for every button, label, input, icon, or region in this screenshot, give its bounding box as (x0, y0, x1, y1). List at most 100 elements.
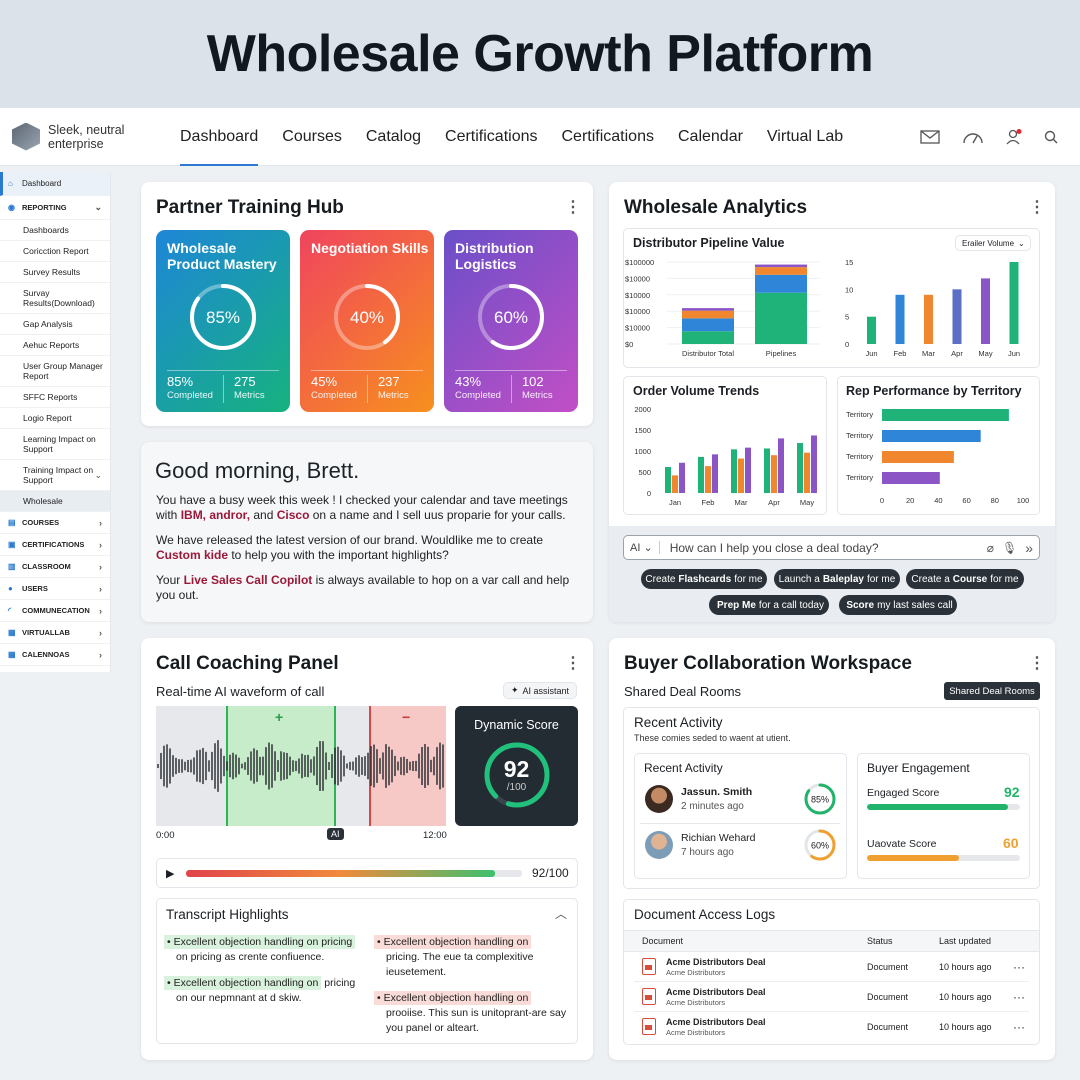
microphone-icon[interactable]: 🎙 (1002, 541, 1017, 555)
bar (672, 475, 678, 493)
chevron-right-icon: › (99, 583, 102, 594)
x-tick-label: Apr (951, 349, 963, 358)
sidebar-item-coricction-report[interactable]: Coricction Report (0, 241, 110, 262)
bar (665, 466, 671, 493)
waveform-area: + − (156, 706, 446, 826)
chevron-up-icon[interactable]: ︿ (555, 905, 567, 922)
main-menu: Dashboard Courses Catalog Certifications… (180, 108, 867, 166)
sidebar-section-virtuallab[interactable]: ▦ VIRTUALLAB › (0, 622, 110, 644)
nav-courses[interactable]: Courses (282, 108, 342, 166)
bar (764, 448, 770, 493)
tile-title: Wholesale Product Mastery (167, 240, 277, 272)
avatar[interactable] (645, 785, 673, 813)
dynamic-score-label: Dynamic Score (474, 718, 559, 732)
x-tick-label: Apr (768, 498, 780, 507)
chevron-right-icon: › (99, 539, 102, 550)
chip-score-call[interactable]: Score my last sales call (839, 595, 957, 615)
row-more-icon[interactable]: ··· (1013, 1020, 1025, 1034)
kebab-menu-icon[interactable]: ⋮ (565, 653, 581, 673)
kebab-menu-icon[interactable]: ⋮ (565, 197, 581, 217)
x-tick-label: 0 (880, 496, 884, 505)
time-start: 0:00 (156, 830, 175, 841)
sidebar-item-learning-impact[interactable]: Learning Impact on Support (0, 429, 110, 460)
nav-certifications-2[interactable]: Certifications (562, 108, 654, 166)
ai-marker[interactable]: AI (327, 828, 344, 840)
sidebar-item-sffc-reports[interactable]: SFFC Reports (0, 387, 110, 408)
sidebar-section-certifications[interactable]: ▣ CERTIFICATIONS › (0, 534, 110, 556)
tile-percent: 60% (494, 308, 528, 327)
bar (882, 409, 1009, 421)
avatar[interactable] (645, 831, 673, 859)
person-name[interactable]: Richian Wehard (681, 832, 756, 844)
attach-icon[interactable]: ⌀ (987, 541, 994, 555)
sidebar-item-wholesale[interactable]: Wholesale (0, 491, 110, 512)
user-notification-icon[interactable] (1006, 129, 1022, 145)
ai-assistant-badge[interactable]: ✦ AI assistant (503, 682, 577, 699)
buyer-engagement-title: Buyer Engagement (867, 761, 970, 775)
kebab-menu-icon[interactable]: ⋮ (1029, 653, 1045, 673)
sidebar-item-dashboard[interactable]: ⌂ Dashboard (0, 172, 110, 196)
person-progress-ring: 85% (804, 783, 836, 815)
column-last-updated[interactable]: Last updated (939, 936, 991, 946)
sidebar-item-survey-download[interactable]: Survay Results(Download) (0, 283, 110, 314)
volume-dropdown[interactable]: Erailer Volume ⌄ (955, 235, 1031, 251)
sidebar-item-training-impact[interactable]: Training Impact on Support ⌄ (0, 460, 110, 491)
sidebar-section-reporting[interactable]: ◉ REPORTING ⌄ (0, 196, 110, 220)
nav-virtual-lab[interactable]: Virtual Lab (767, 108, 843, 166)
tile-metrics: 237 Metrics (366, 375, 409, 403)
tile-negotiation-skills[interactable]: Negotiation Skills 40% 45% Completed 237 Me… (300, 230, 434, 412)
sidebar-section-courses[interactable]: ▤ COURSES › (0, 512, 110, 534)
chip-create-course[interactable]: Create a Course for me (906, 569, 1024, 589)
uaovate-score-value: 60 (1003, 835, 1019, 851)
transcript-title: Transcript Highlights (166, 907, 289, 922)
sidebar-item-logio-report[interactable]: Logio Report (0, 408, 110, 429)
brand-line-2: enterprise (48, 136, 104, 151)
column-document[interactable]: Document (642, 936, 683, 946)
sidebar-item-survey-results[interactable]: Survey Results (0, 262, 110, 283)
bar (771, 455, 777, 493)
ai-prompt-input[interactable]: AI ⌄ How can I help you close a deal tod… (623, 535, 1040, 560)
chip-prep-me[interactable]: Prep Me for a call today (709, 595, 829, 615)
send-icon[interactable]: » (1025, 540, 1033, 556)
bar-segment (755, 274, 807, 293)
uaovate-score-label: Uaovate Score (867, 838, 937, 850)
nav-dashboard[interactable]: Dashboard (180, 108, 259, 166)
dashboard-gauge-icon[interactable] (962, 129, 984, 145)
sidebar-section-communication[interactable]: ◜ COMMUNECATION › (0, 600, 110, 622)
sidebar-item-gap-analysis[interactable]: Gap Analysis (0, 314, 110, 335)
bar (738, 458, 744, 493)
sidebar-section-calendars[interactable]: ▦ CALENNOAS › (0, 644, 110, 666)
play-icon[interactable]: ▶ (166, 867, 174, 880)
x-tick-label: Mar (735, 498, 748, 507)
nav-calendar[interactable]: Calendar (678, 108, 743, 166)
row-more-icon[interactable]: ··· (1013, 960, 1025, 974)
mail-icon[interactable] (920, 130, 940, 144)
sidebar-item-aehuc-reports[interactable]: Aehuc Reports (0, 335, 110, 356)
ai-model-select[interactable]: AI ⌄ (624, 541, 660, 554)
search-icon[interactable] (1044, 130, 1058, 144)
sidebar-item-dashboards[interactable]: Dashboards (0, 220, 110, 241)
collab-title: Buyer Collaboration Workspace (624, 653, 912, 674)
y-tick-label: $10000 (625, 291, 650, 300)
kebab-menu-icon[interactable]: ⋮ (1029, 197, 1045, 217)
nav-catalog[interactable]: Catalog (366, 108, 421, 166)
y-tick-label: $10000 (625, 274, 650, 283)
sidebar-item-user-group-report[interactable]: User Group Manager Report (0, 356, 110, 387)
rep-performance-chart: Territory Territory Territory Territory 0 20 4… (846, 409, 1029, 505)
brand-logo[interactable]: Sleek, neutral enterprise (12, 122, 180, 151)
nav-certifications[interactable]: Certifications (445, 108, 537, 166)
tile-product-mastery[interactable]: Wholesale Product Mastery 85% 85% Complet… (156, 230, 290, 412)
sidebar-section-users[interactable]: ● USERS › (0, 578, 110, 600)
row-more-icon[interactable]: ··· (1013, 990, 1025, 1004)
person-name[interactable]: Jassun. Smith (681, 786, 752, 798)
ai-icon: ✦ (510, 685, 519, 695)
rep-performance-title: Rep Performance by Territory (846, 384, 1022, 398)
chip-create-flashcards[interactable]: Create Flashcards for me (641, 569, 767, 589)
sidebar-section-classroom[interactable]: ▥ CLASSROOM › (0, 556, 110, 578)
column-status[interactable]: Status (867, 936, 893, 946)
playback-progress[interactable] (186, 870, 522, 877)
chip-launch-roleplay[interactable]: Launch a Baleplay for me (774, 569, 900, 589)
tile-distribution-logistics[interactable]: Distribution Logistics 60% 43% Completed 1… (444, 230, 578, 412)
shared-deal-rooms-button[interactable]: Shared Deal Rooms (944, 682, 1040, 700)
brand-line-1: Sleek, neutral (48, 122, 125, 137)
